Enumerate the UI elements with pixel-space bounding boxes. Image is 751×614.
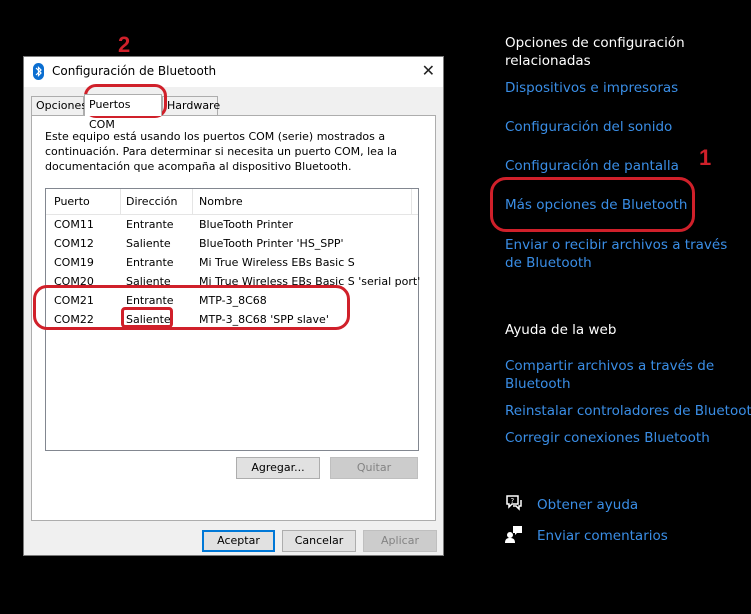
display-settings-link[interactable]: Configuración de pantalla xyxy=(505,157,679,175)
send-feedback-link[interactable]: Enviar comentarios xyxy=(537,527,668,545)
close-icon[interactable]: ✕ xyxy=(422,61,435,80)
annotation-box-saliente xyxy=(121,307,173,328)
port-cell: COM11 xyxy=(54,218,94,231)
tab-opciones[interactable]: Opciones xyxy=(31,96,87,115)
table-row[interactable]: COM11 Entrante BlueTooth Printer xyxy=(46,215,418,234)
related-settings-heading: Opciones de configuración relacionadas xyxy=(505,35,685,69)
column-header-port[interactable]: Puerto xyxy=(54,189,90,214)
feedback-icon xyxy=(505,525,527,545)
dialog-titlebar: Configuración de Bluetooth ✕ xyxy=(24,57,443,87)
remove-button[interactable]: Quitar xyxy=(330,457,418,479)
tab-puertos-com[interactable]: Puertos COM xyxy=(84,94,162,131)
name-cell: Mi True Wireless EBs Basic S xyxy=(199,256,355,269)
annotation-number-2: 2 xyxy=(118,32,131,57)
table-row[interactable]: COM19 Entrante Mi True Wireless EBs Basi… xyxy=(46,253,418,272)
annotation-circle-bluetooth-options xyxy=(490,177,695,232)
annotation-circle-com-ports xyxy=(33,285,350,330)
apply-button[interactable]: Aplicar xyxy=(363,530,437,552)
svg-text:?: ? xyxy=(511,497,515,505)
ok-button[interactable]: Aceptar xyxy=(202,530,275,552)
name-cell: BlueTooth Printer 'HS_SPP' xyxy=(199,237,344,250)
send-receive-files-link[interactable]: Enviar o recibir archivos a través de Bl… xyxy=(505,236,740,272)
web-help-heading: Ayuda de la web xyxy=(505,322,617,338)
fix-connections-link[interactable]: Corregir conexiones Bluetooth xyxy=(505,429,710,447)
reinstall-drivers-link[interactable]: Reinstalar controladores de Bluetooth xyxy=(505,402,751,420)
table-row[interactable]: COM12 Saliente BlueTooth Printer 'HS_SPP… xyxy=(46,234,418,253)
column-header-name[interactable]: Nombre xyxy=(199,189,243,214)
column-separator[interactable] xyxy=(192,189,193,214)
tab-hardware[interactable]: Hardware xyxy=(162,96,220,115)
com-ports-description: Este equipo está usando los puertos COM … xyxy=(45,130,397,173)
sound-settings-link[interactable]: Configuración del sonido xyxy=(505,118,672,136)
column-separator[interactable] xyxy=(120,189,121,214)
direction-cell: Saliente xyxy=(126,237,171,250)
help-chat-icon: ? xyxy=(505,494,527,514)
list-header: Puerto Dirección Nombre xyxy=(46,189,418,215)
share-files-link[interactable]: Compartir archivos a través de Bluetooth xyxy=(505,357,715,393)
direction-cell: Entrante xyxy=(126,218,174,231)
column-header-direction[interactable]: Dirección xyxy=(126,189,177,214)
direction-cell: Entrante xyxy=(126,256,174,269)
cancel-button[interactable]: Cancelar xyxy=(282,530,356,552)
dialog-title: Configuración de Bluetooth xyxy=(52,64,217,78)
devices-printers-link[interactable]: Dispositivos e impresoras xyxy=(505,79,678,97)
port-cell: COM19 xyxy=(54,256,94,269)
bluetooth-icon xyxy=(33,63,44,80)
column-separator[interactable] xyxy=(411,189,412,214)
name-cell: BlueTooth Printer xyxy=(199,218,294,231)
annotation-number-1: 1 xyxy=(699,145,712,170)
add-button[interactable]: Agregar... xyxy=(236,457,320,479)
get-help-link[interactable]: Obtener ayuda xyxy=(537,496,638,514)
port-cell: COM12 xyxy=(54,237,94,250)
